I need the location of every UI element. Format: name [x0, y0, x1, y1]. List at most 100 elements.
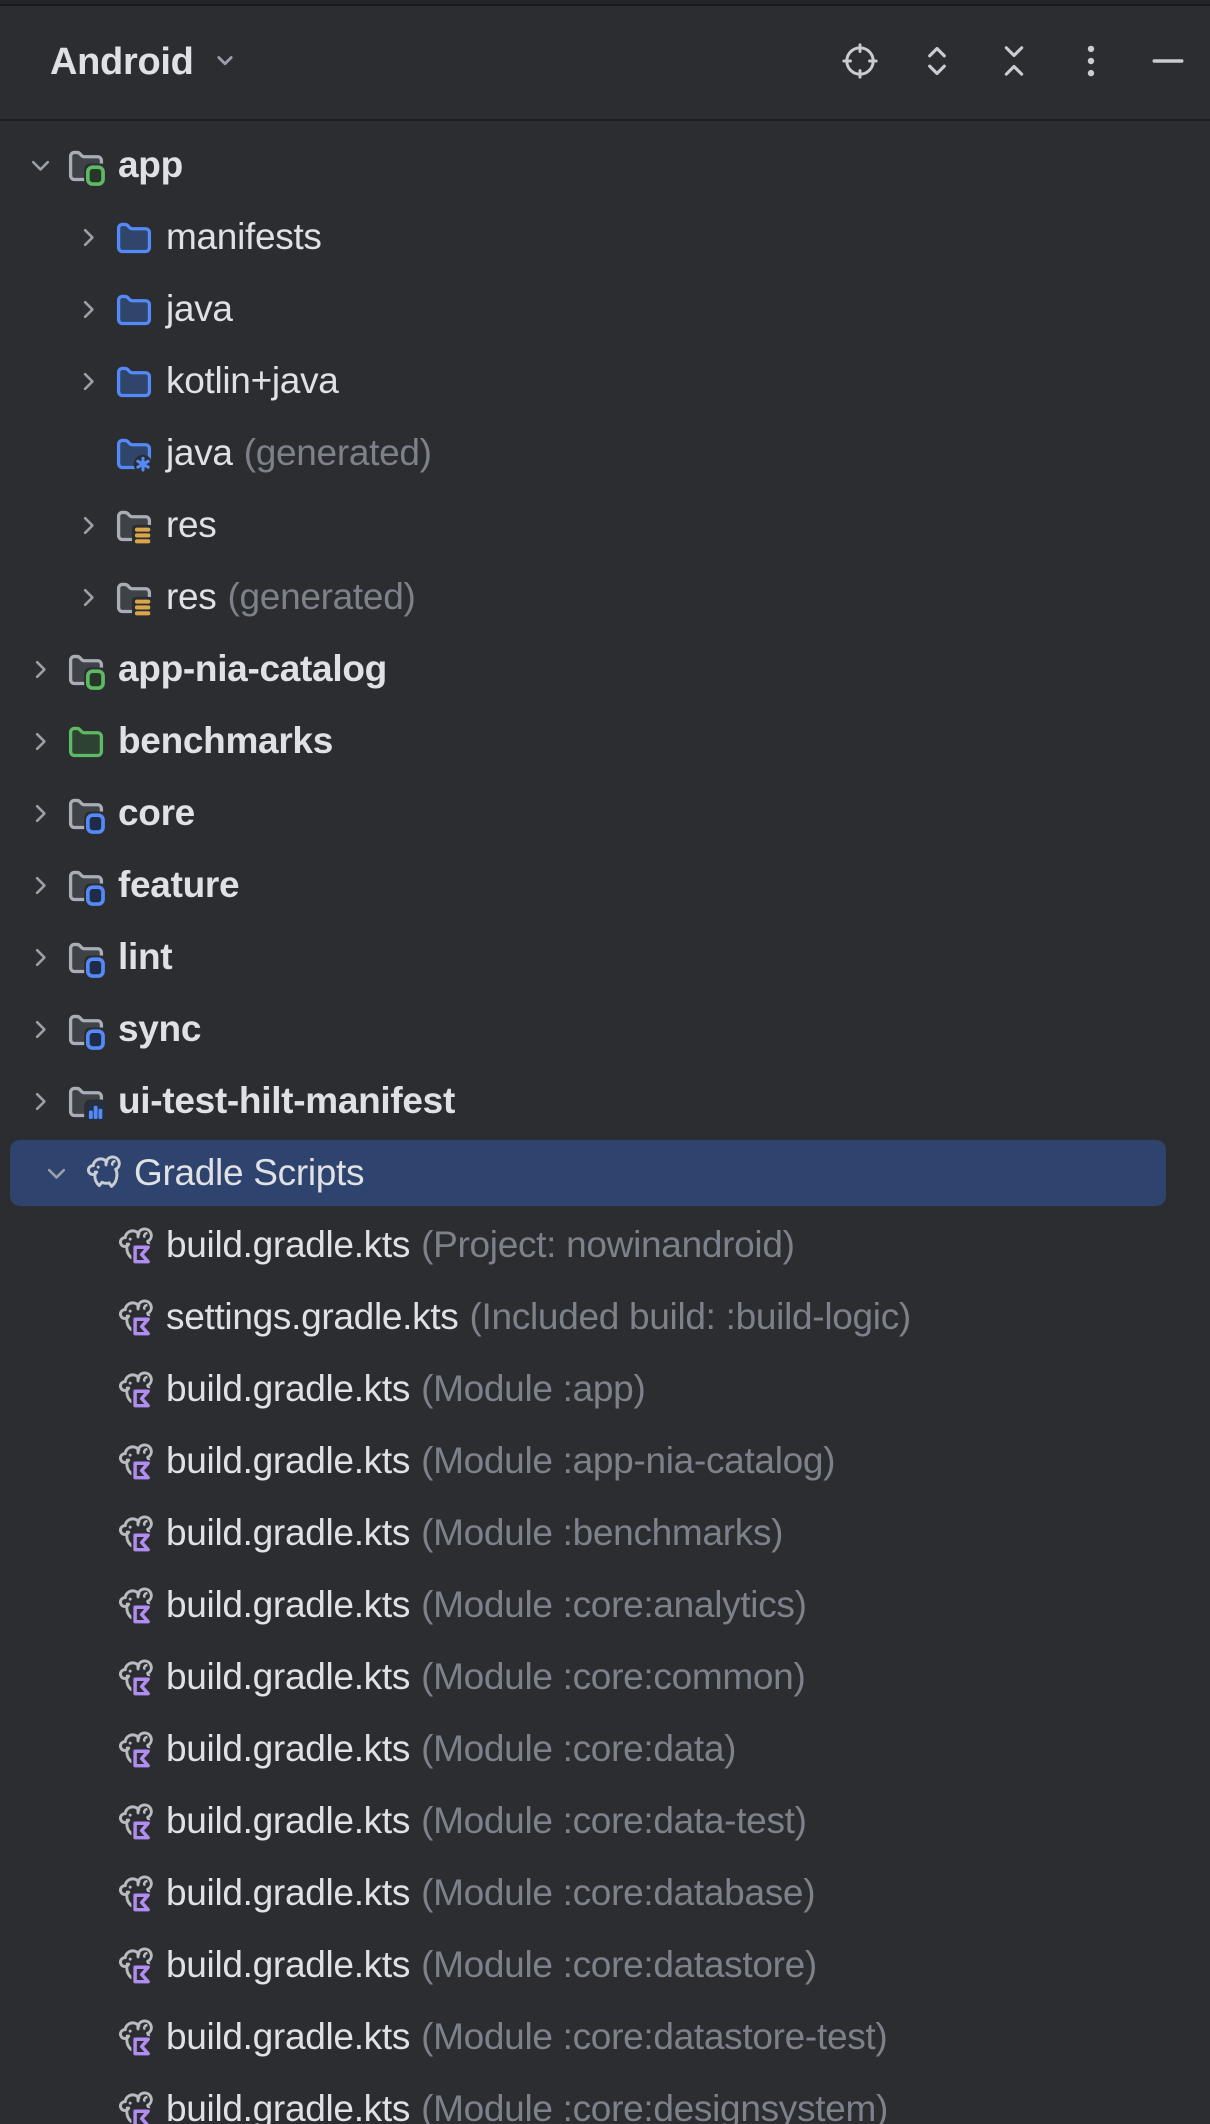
chevron-right-icon[interactable]: [16, 863, 64, 907]
chevron-right-icon[interactable]: [16, 647, 64, 691]
tree-item-build-gradle-kts-module-core-data[interactable]: build.gradle.kts (Module :core:data): [0, 1713, 1210, 1785]
tree-item-suffix: (Module :core:datastore-test): [421, 2016, 887, 2058]
tree-chevron: [64, 1223, 112, 1267]
tree-chevron: [64, 1655, 112, 1699]
tree-item-build-gradle-kts-module-core-designsystem[interactable]: build.gradle.kts (Module :core:designsys…: [0, 2073, 1210, 2124]
tree-item-kotlin-java[interactable]: kotlin+java: [0, 345, 1210, 417]
tree-item-suffix: (generated): [228, 576, 416, 618]
tree-item-java-generated[interactable]: java (generated): [0, 417, 1210, 489]
tree-item-label: build.gradle.kts: [166, 1440, 410, 1482]
tree-item-build-gradle-kts-project-nowinandroid[interactable]: build.gradle.kts (Project: nowinandroid): [0, 1209, 1210, 1281]
folder-res-icon: [112, 503, 156, 547]
gradle-kts-file-icon: [112, 1223, 156, 1267]
tree-chevron: [64, 431, 112, 475]
tree-item-build-gradle-kts-module-core-datastore[interactable]: build.gradle.kts (Module :core:datastore…: [0, 1929, 1210, 2001]
tree-item-gradle-scripts[interactable]: Gradle Scripts: [0, 1137, 1210, 1209]
locate-opened-file-button[interactable]: [838, 41, 882, 85]
tree-item-label: res: [166, 504, 217, 546]
tree-item-build-gradle-kts-module-benchmarks[interactable]: build.gradle.kts (Module :benchmarks): [0, 1497, 1210, 1569]
tree-item-label: settings.gradle.kts: [166, 1296, 459, 1338]
tree-chevron: [64, 2015, 112, 2059]
more-options-button[interactable]: [1069, 41, 1113, 85]
tree-item-suffix: (Module :core:database): [421, 1872, 815, 1914]
tree-item-label: Gradle Scripts: [134, 1152, 364, 1194]
tree-item-manifests[interactable]: manifests: [0, 201, 1210, 273]
tree-item-label: build.gradle.kts: [166, 1872, 410, 1914]
gradle-kts-file-icon: [112, 1295, 156, 1339]
tree-item-label: build.gradle.kts: [166, 1728, 410, 1770]
hide-panel-button[interactable]: [1146, 41, 1190, 85]
tree-item-suffix: (Module :benchmarks): [421, 1512, 783, 1554]
tree-item-build-gradle-kts-module-app[interactable]: build.gradle.kts (Module :app): [0, 1353, 1210, 1425]
tree-item-res-generated[interactable]: res (generated): [0, 561, 1210, 633]
view-selector-dropdown[interactable]: Android: [50, 41, 240, 84]
chevron-right-icon[interactable]: [64, 575, 112, 619]
tree-item-label: java: [166, 288, 233, 330]
collapse-all-button[interactable]: [992, 41, 1036, 85]
tree-item-suffix: (Module :core:designsystem): [421, 2088, 888, 2124]
tree-item-benchmarks[interactable]: benchmarks: [0, 705, 1210, 777]
tree-item-java[interactable]: java: [0, 273, 1210, 345]
chevron-down-icon[interactable]: [32, 1151, 80, 1195]
tree-item-ui-test-hilt-manifest[interactable]: ui-test-hilt-manifest: [0, 1065, 1210, 1137]
module-android-folder-icon: [64, 647, 108, 691]
tree-chevron: [64, 1439, 112, 1483]
gradle-kts-file-icon: [112, 2015, 156, 2059]
tree-item-build-gradle-kts-module-core-common[interactable]: build.gradle.kts (Module :core:common): [0, 1641, 1210, 1713]
tree-item-build-gradle-kts-module-core-data-test[interactable]: build.gradle.kts (Module :core:data-test…: [0, 1785, 1210, 1857]
tree-item-label: build.gradle.kts: [166, 2016, 410, 2058]
tree-chevron: [64, 1799, 112, 1843]
tree-item-sync[interactable]: sync: [0, 993, 1210, 1065]
chevron-down-icon[interactable]: [16, 143, 64, 187]
tree-item-feature[interactable]: feature: [0, 849, 1210, 921]
module-android-folder-icon: [64, 143, 108, 187]
tree-item-suffix: (generated): [244, 432, 432, 474]
folder-generated-icon: [112, 431, 156, 475]
chevron-right-icon[interactable]: [64, 287, 112, 331]
tree-item-label: build.gradle.kts: [166, 1512, 410, 1554]
tree-item-build-gradle-kts-module-core-database[interactable]: build.gradle.kts (Module :core:database): [0, 1857, 1210, 1929]
tree-item-suffix: (Module :core:data-test): [421, 1800, 807, 1842]
chevron-right-icon[interactable]: [16, 935, 64, 979]
gradle-kts-file-icon: [112, 1727, 156, 1771]
tree-item-label: benchmarks: [118, 720, 333, 762]
project-tool-window: Android app manifests java kotlin+java: [0, 0, 1210, 2124]
tree-item-label: app-nia-catalog: [118, 648, 387, 690]
chevron-right-icon[interactable]: [16, 1007, 64, 1051]
chevron-right-icon[interactable]: [64, 503, 112, 547]
gradle-kts-file-icon: [112, 1367, 156, 1411]
folder-blue-icon: [112, 359, 156, 403]
tree-item-suffix: (Module :app): [421, 1368, 645, 1410]
tree-item-build-gradle-kts-module-core-analytics[interactable]: build.gradle.kts (Module :core:analytics…: [0, 1569, 1210, 1641]
chevron-down-icon: [210, 45, 240, 80]
tree-item-lint[interactable]: lint: [0, 921, 1210, 993]
gradle-kts-file-icon: [112, 1943, 156, 1987]
gradle-kts-file-icon: [112, 1439, 156, 1483]
module-chart-folder-icon: [64, 1079, 108, 1123]
folder-blue-icon: [112, 215, 156, 259]
chevron-right-icon[interactable]: [16, 719, 64, 763]
chevron-right-icon[interactable]: [16, 791, 64, 835]
header-toolbar: [838, 41, 1190, 85]
kebab-icon: [1069, 39, 1113, 86]
chevron-right-icon[interactable]: [64, 359, 112, 403]
gradle-kts-file-icon: [112, 1511, 156, 1555]
tree-item-label: build.gradle.kts: [166, 2088, 410, 2124]
tree-item-suffix: (Project: nowinandroid): [421, 1224, 795, 1266]
expand-all-icon: [915, 39, 959, 86]
tree-item-app[interactable]: app: [0, 129, 1210, 201]
module-blue-folder-icon: [64, 935, 108, 979]
project-tree: app manifests java kotlin+java java (gen…: [0, 121, 1210, 2124]
chevron-right-icon[interactable]: [16, 1079, 64, 1123]
tree-item-label: ui-test-hilt-manifest: [118, 1080, 455, 1122]
tree-item-app-nia-catalog[interactable]: app-nia-catalog: [0, 633, 1210, 705]
chevron-right-icon[interactable]: [64, 215, 112, 259]
tree-item-settings-gradle-kts-included-build-build-logic[interactable]: settings.gradle.kts (Included build: :bu…: [0, 1281, 1210, 1353]
tree-item-core[interactable]: core: [0, 777, 1210, 849]
tree-item-build-gradle-kts-module-app-nia-catalog[interactable]: build.gradle.kts (Module :app-nia-catalo…: [0, 1425, 1210, 1497]
tree-item-suffix: (Module :app-nia-catalog): [421, 1440, 835, 1482]
tree-item-res[interactable]: res: [0, 489, 1210, 561]
expand-all-button[interactable]: [915, 41, 959, 85]
gradle-kts-file-icon: [112, 1799, 156, 1843]
tree-item-build-gradle-kts-module-core-datastore-test[interactable]: build.gradle.kts (Module :core:datastore…: [0, 2001, 1210, 2073]
